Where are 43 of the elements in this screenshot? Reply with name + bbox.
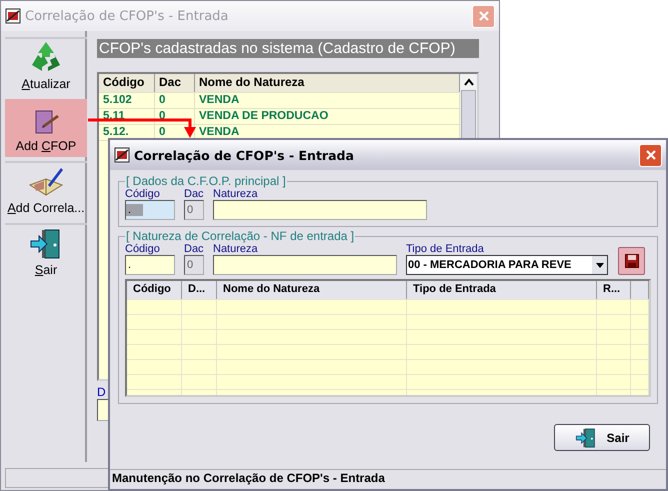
group-title: [ Dados da C.F.O.P. principal ]: [125, 174, 287, 188]
field-label: Dac: [184, 243, 204, 255]
field-label: D: [97, 385, 107, 399]
toolbar-button[interactable]: Atualizar: [5, 37, 87, 95]
section-header: CFOP's cadastradas no sistema (Cadastro de CFOP): [97, 39, 479, 58]
exit-button[interactable]: Sair: [554, 424, 650, 451]
close-icon: [478, 10, 490, 22]
field-label: Natureza: [213, 188, 259, 200]
input-field[interactable]: .: [125, 200, 175, 220]
field-label: Código: [125, 188, 161, 200]
field-label: Código: [125, 243, 161, 255]
close-button[interactable]: [639, 144, 662, 166]
close-icon: [644, 149, 656, 161]
window-title: Correlação de CFOP's - Entrada: [25, 8, 230, 24]
table-cell: 0: [155, 109, 195, 124]
toolbar-button[interactable]: Sair: [5, 223, 87, 281]
input-field[interactable]: [213, 200, 427, 220]
save-button[interactable]: [618, 247, 645, 275]
floppy-icon: [624, 254, 638, 268]
group-title: [ Natureza de Correlação - NF de entrada ]: [125, 229, 356, 243]
caret-icon: [596, 262, 604, 268]
window-title: Correlação de CFOP's - Entrada: [134, 148, 355, 162]
column-header[interactable]: Código: [127, 281, 182, 299]
field-label: Natureza: [213, 243, 259, 255]
app-icon: [114, 147, 130, 163]
field-label: Dac: [184, 188, 204, 200]
door-arrow-icon: [574, 426, 597, 448]
table-cell: 0: [155, 93, 195, 108]
column-header[interactable]: Nome do Natureza: [217, 281, 407, 299]
column-header[interactable]: Código: [99, 74, 155, 92]
field-label: Tipo de Entrada: [406, 243, 485, 255]
input-field[interactable]: [213, 255, 397, 275]
column-header[interactable]: R...: [597, 281, 631, 299]
app-icon: [5, 8, 21, 24]
column-header[interactable]: Tipo de Entrada: [407, 281, 597, 299]
table-cell: 5.102: [99, 93, 155, 108]
dropdown[interactable]: 00 - MERCADORIA PARA REVE: [406, 255, 608, 275]
status-bar: Manutenção no Correlação de CFOP's - Entrada: [110, 469, 666, 489]
toolbar-button[interactable]: Add CFOP: [5, 99, 87, 157]
column-header[interactable]: Dac: [155, 74, 195, 92]
toolbar-button[interactable]: Add Correla...: [5, 161, 87, 219]
input-field[interactable]: .: [125, 255, 175, 275]
column-header[interactable]: D...: [182, 281, 217, 299]
